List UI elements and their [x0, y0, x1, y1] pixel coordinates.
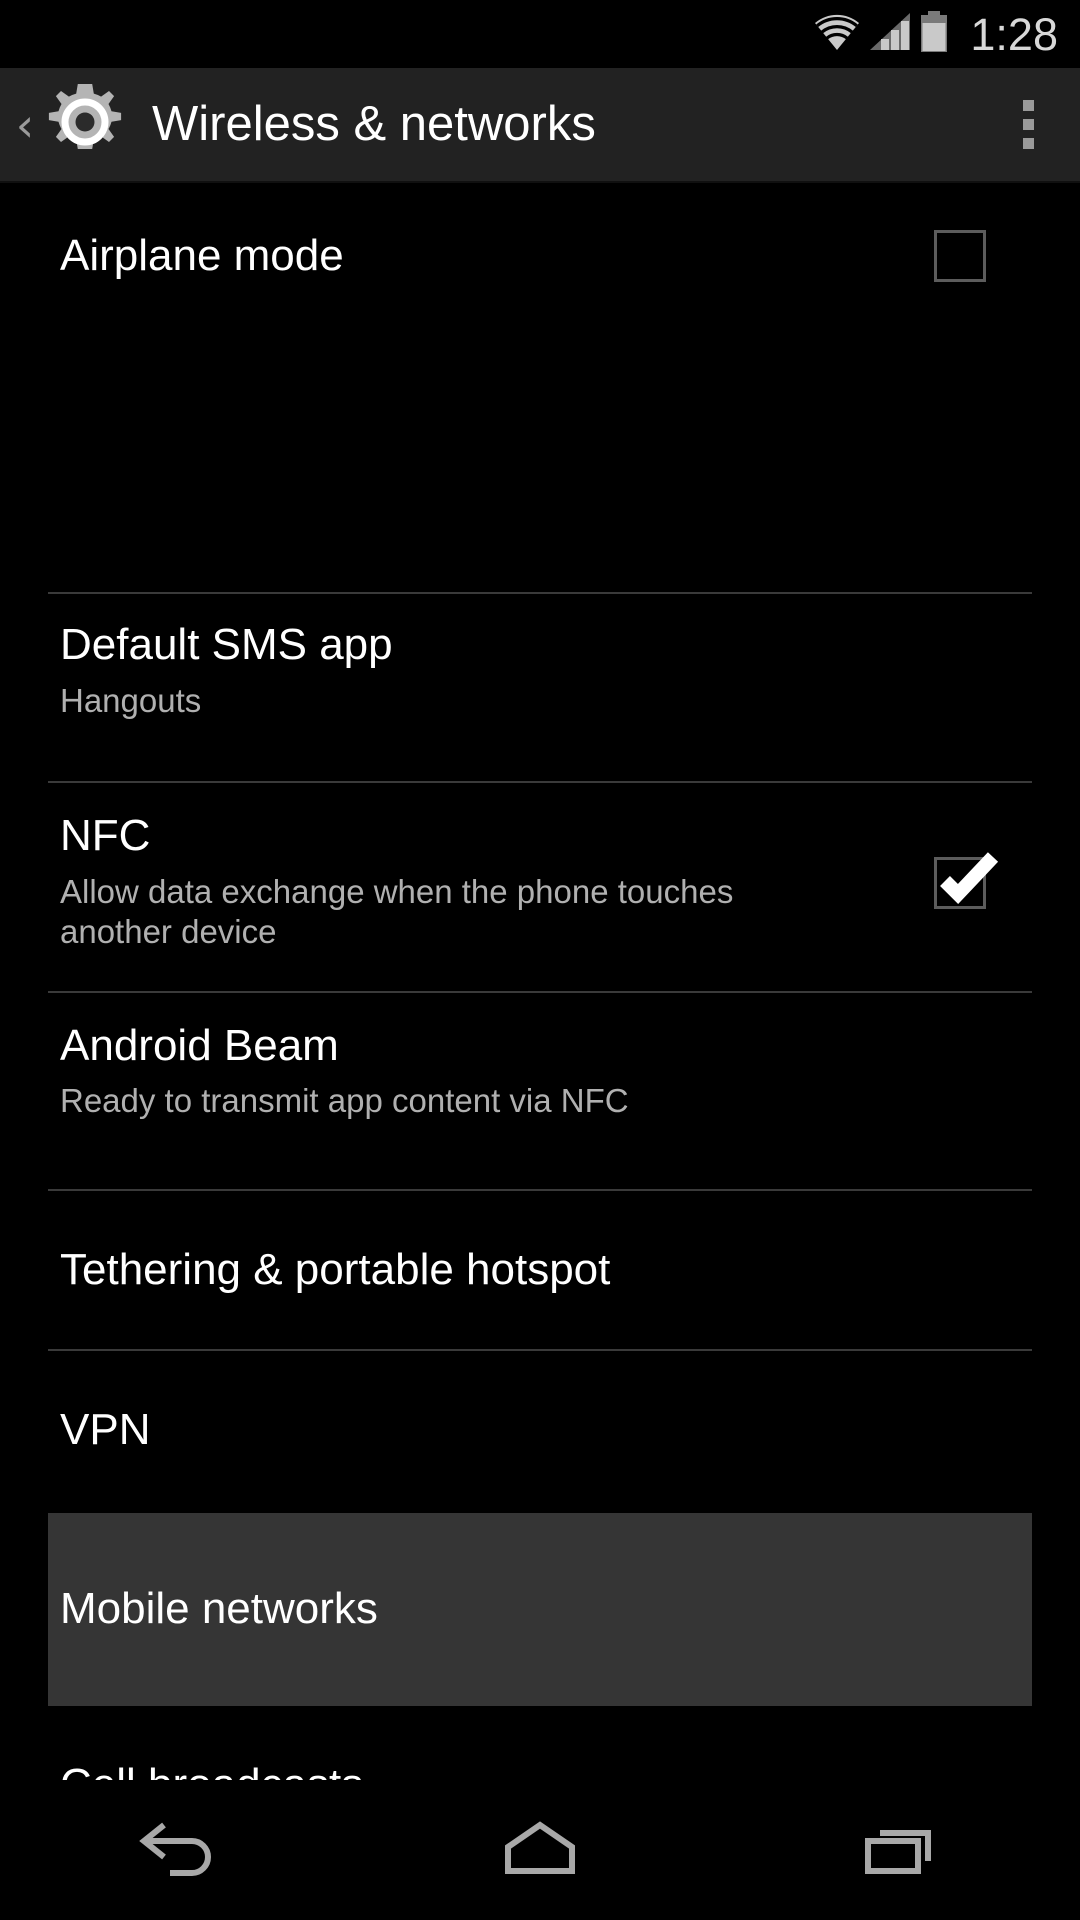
battery-icon — [919, 10, 949, 58]
list-item-title: VPN — [60, 1404, 151, 1454]
up-navigation-button[interactable]: ‹ — [0, 79, 128, 170]
nfc-checkbox[interactable] — [934, 852, 999, 909]
list-item-summary: Allow data exchange when the phone touch… — [60, 873, 734, 951]
list-item-default-sms-app[interactable]: Default SMS app Hangouts — [0, 594, 1080, 749]
back-button[interactable] — [0, 1780, 360, 1920]
home-icon — [494, 1817, 586, 1884]
page-title: Wireless & networks — [152, 97, 596, 151]
list-item-text: Android Beam Ready to transmit app conte… — [60, 1020, 1020, 1122]
list-item-text: Mobile networks — [60, 1586, 1020, 1633]
list-item-tethering-portable-hotspot[interactable]: Tethering & portable hotspot — [0, 1191, 1080, 1349]
recents-icon — [854, 1817, 946, 1884]
list-item-airplane-mode[interactable]: Airplane mode — [0, 183, 1080, 329]
list-item-mobile-networks[interactable]: Mobile networks — [48, 1513, 1032, 1706]
checkmark-icon — [940, 852, 999, 905]
action-bar: ‹ Wireless & networks — [0, 68, 1080, 183]
list-item-text: Airplane mode — [60, 230, 900, 280]
list-item-text: Tethering & portable hotspot — [60, 1244, 1020, 1294]
overflow-dot — [1022, 119, 1034, 130]
list-item-title: NFC — [60, 811, 151, 861]
list-item-text: Default SMS app Hangouts — [60, 620, 1020, 721]
settings-gear-icon — [42, 79, 128, 170]
list-item-text: VPN — [60, 1404, 1020, 1454]
list-item-title: Mobile networks — [60, 1584, 378, 1634]
cellular-signal-icon — [868, 12, 912, 57]
home-button[interactable] — [360, 1780, 720, 1920]
recents-button[interactable] — [720, 1780, 1080, 1920]
overflow-dot — [1022, 100, 1034, 111]
overflow-dot — [1022, 138, 1034, 149]
list-item-title: Android Beam — [60, 1020, 339, 1070]
list-item-vpn[interactable]: VPN — [0, 1351, 1080, 1509]
wifi-icon — [813, 12, 861, 57]
status-bar-clock: 1:28 — [970, 8, 1058, 60]
back-chevron-icon: ‹ — [15, 97, 35, 152]
list-item-widget — [900, 852, 1020, 909]
list-item-nfc[interactable]: NFC Allow data exchange when the phone t… — [0, 783, 1080, 983]
status-bar-icons: 1:28 — [813, 8, 1058, 60]
list-item-widget — [900, 230, 1020, 282]
list-item-summary: Hangouts — [60, 681, 202, 719]
list-item-title: Airplane mode — [60, 230, 344, 280]
list-item-text: NFC Allow data exchange when the phone t… — [60, 813, 900, 952]
airplane-mode-checkbox[interactable] — [934, 230, 986, 282]
list-item-title: Default SMS app — [60, 620, 393, 670]
list-item-summary: Ready to transmit app content via NFC — [60, 1082, 629, 1120]
settings-list: Airplane mode Default SMS app Hangouts N… — [0, 183, 1080, 1807]
navigation-bar — [0, 1780, 1080, 1920]
status-bar: 1:28 — [0, 0, 1080, 68]
list-item-android-beam[interactable]: Android Beam Ready to transmit app conte… — [0, 993, 1080, 1151]
overflow-menu-icon[interactable] — [982, 67, 1074, 182]
back-icon — [134, 1817, 226, 1884]
list-item-title: Tethering & portable hotspot — [60, 1244, 611, 1294]
